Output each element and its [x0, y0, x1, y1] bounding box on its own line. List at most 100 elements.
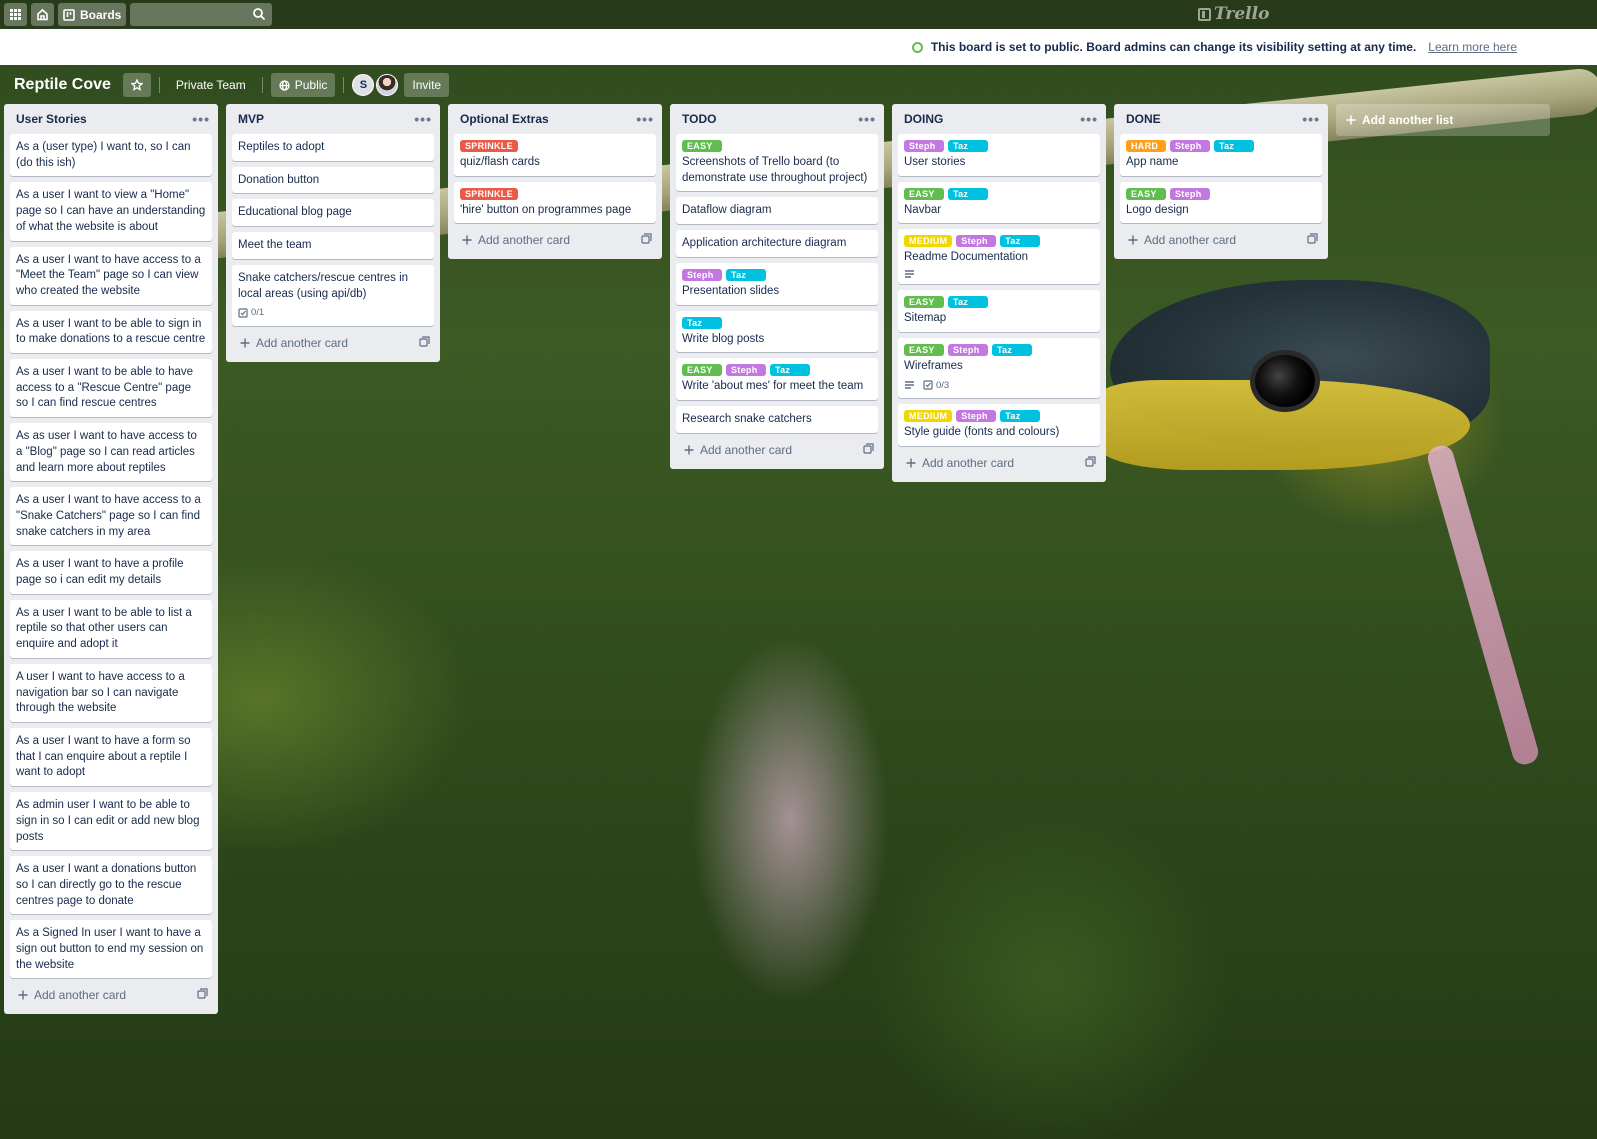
card-template-button[interactable] [1085, 456, 1096, 470]
card-label[interactable]: SPRINKLE [460, 187, 518, 200]
list-menu-icon[interactable]: ••• [1080, 112, 1098, 126]
card[interactable]: As a user I want to have access to a "Me… [10, 246, 212, 305]
card[interactable]: MEDIUM Steph Taz Readme Documentation [898, 229, 1100, 285]
card[interactable]: Taz Write blog posts [676, 310, 878, 353]
card-label[interactable]: MEDIUM [904, 235, 953, 248]
card[interactable]: Snake catchers/rescue centres in local a… [232, 264, 434, 326]
card-label[interactable]: Steph [948, 343, 988, 356]
list-menu-icon[interactable]: ••• [858, 112, 876, 126]
add-list-button[interactable]: Add another list [1336, 104, 1550, 136]
member-avatar-photo[interactable] [376, 74, 399, 96]
card-label[interactable]: EASY [904, 343, 944, 356]
trello-logo[interactable]: Trello [1198, 4, 1269, 24]
learn-more-link[interactable]: Learn more here [1428, 40, 1517, 54]
add-card-button[interactable]: Add another card [448, 225, 662, 255]
card-label[interactable]: SPRINKLE [460, 140, 518, 152]
card[interactable]: EASY Steph Taz Wireframes 0/3 [898, 337, 1100, 399]
card[interactable]: Donation button [232, 166, 434, 194]
card[interactable]: As a (user type) I want to, so I can (do… [10, 134, 212, 177]
card[interactable]: As as user I want to have access to a "B… [10, 423, 212, 482]
card[interactable]: Educational blog page [232, 199, 434, 227]
star-board-button[interactable] [122, 73, 151, 97]
list-menu-icon[interactable]: ••• [192, 112, 210, 126]
home-button[interactable] [31, 3, 54, 26]
card[interactable]: Dataflow diagram [676, 197, 878, 225]
card[interactable]: Research snake catchers [676, 405, 878, 433]
card-label[interactable]: Taz [682, 316, 722, 329]
card[interactable]: Reptiles to adopt [232, 134, 434, 161]
card-label[interactable]: Steph [682, 268, 722, 281]
card[interactable]: SPRINKLE quiz/flash cards [454, 134, 656, 176]
board-title[interactable]: Reptile Cove [8, 76, 117, 94]
card[interactable]: EASY Taz Sitemap [898, 290, 1100, 332]
card[interactable]: As a user I want to have a profile page … [10, 551, 212, 594]
card-template-button[interactable] [197, 988, 208, 1002]
list-title[interactable]: Optional Extras [460, 112, 549, 126]
visibility-button[interactable]: Public [270, 73, 336, 97]
card-label[interactable]: Steph [1170, 140, 1210, 152]
list-menu-icon[interactable]: ••• [414, 112, 432, 126]
card[interactable]: As a user I want to have a form so that … [10, 727, 212, 787]
add-card-button[interactable]: Add another card [226, 328, 440, 358]
card[interactable]: As a user I want to have access to a "Sn… [10, 487, 212, 546]
card-label[interactable]: Taz [992, 343, 1032, 356]
card[interactable]: As a user I want to be able to sign in t… [10, 310, 212, 354]
card[interactable]: Steph Taz User stories [898, 134, 1100, 176]
card-label[interactable]: Taz [726, 268, 766, 281]
card[interactable]: EASY Taz Navbar [898, 181, 1100, 224]
card-label[interactable]: Taz [1000, 235, 1041, 248]
card-label[interactable]: Taz [948, 296, 988, 309]
card[interactable]: EASY Screenshots of Trello board (to demo… [676, 134, 878, 192]
card[interactable]: Application architecture diagram [676, 230, 878, 257]
card-label[interactable]: Steph [956, 410, 997, 423]
card-template-button[interactable] [1307, 233, 1318, 247]
boards-button[interactable]: Boards [58, 3, 127, 26]
list-title[interactable]: TODO [682, 112, 716, 126]
card-label[interactable]: EASY [904, 187, 944, 200]
invite-button[interactable]: Invite [404, 73, 450, 97]
card[interactable]: As a Signed In user I want to have a sig… [10, 920, 212, 979]
card[interactable]: As a user I want to view a "Home" page s… [10, 182, 212, 241]
card-label[interactable]: Steph [956, 235, 997, 248]
card-template-button[interactable] [419, 336, 430, 350]
add-card-button[interactable]: Add another card [1114, 225, 1328, 255]
search-input[interactable] [130, 3, 273, 26]
card[interactable]: EASY Steph Logo design [1120, 181, 1322, 224]
list-title[interactable]: DONE [1126, 112, 1161, 126]
card-label[interactable]: Steph [904, 140, 944, 152]
card[interactable]: MEDIUM Steph Taz Style guide (fonts and col… [898, 404, 1100, 446]
list-menu-icon[interactable]: ••• [1302, 112, 1320, 126]
list-title[interactable]: DOING [904, 112, 943, 126]
list-title[interactable]: User Stories [16, 112, 87, 126]
add-card-button[interactable]: Add another card [670, 435, 884, 465]
card[interactable]: HARD Steph Taz App name [1120, 134, 1322, 176]
list-menu-icon[interactable]: ••• [636, 112, 654, 126]
card-label[interactable]: EASY [1126, 187, 1166, 200]
card-label[interactable]: Taz [1214, 140, 1254, 152]
card[interactable]: Meet the team [232, 232, 434, 259]
card[interactable]: As a user I want to be able to list a re… [10, 599, 212, 658]
card-label[interactable]: MEDIUM [904, 410, 953, 423]
card-label[interactable]: Taz [948, 187, 988, 200]
card-label[interactable]: EASY [904, 296, 944, 309]
card[interactable]: As admin user I want to be able to sign … [10, 792, 212, 851]
card[interactable]: As a user I want a donations button so I… [10, 856, 212, 915]
card[interactable]: EASY Steph Taz Write 'about mes' for meet t… [676, 358, 878, 400]
card-label[interactable]: EASY [682, 140, 722, 152]
card[interactable]: As a user I want to be able to have acce… [10, 359, 212, 418]
card[interactable]: A user I want to have access to a naviga… [10, 663, 212, 722]
card-template-button[interactable] [863, 443, 874, 457]
card-template-button[interactable] [641, 233, 652, 247]
add-card-button[interactable]: Add another card [892, 448, 1106, 478]
card-label[interactable]: Taz [770, 364, 810, 377]
card-label[interactable]: EASY [682, 364, 722, 377]
card-label[interactable]: Taz [1000, 410, 1041, 423]
apps-button[interactable] [4, 3, 27, 26]
card-label[interactable]: Steph [1170, 187, 1210, 200]
list-title[interactable]: MVP [238, 112, 264, 126]
card[interactable]: SPRINKLE 'hire' button on programmes page [454, 181, 656, 224]
card-label[interactable]: Taz [948, 140, 988, 152]
add-card-button[interactable]: Add another card [4, 980, 218, 1010]
card[interactable]: Steph Taz Presentation slides [676, 262, 878, 305]
card-label[interactable]: Steph [726, 364, 766, 377]
